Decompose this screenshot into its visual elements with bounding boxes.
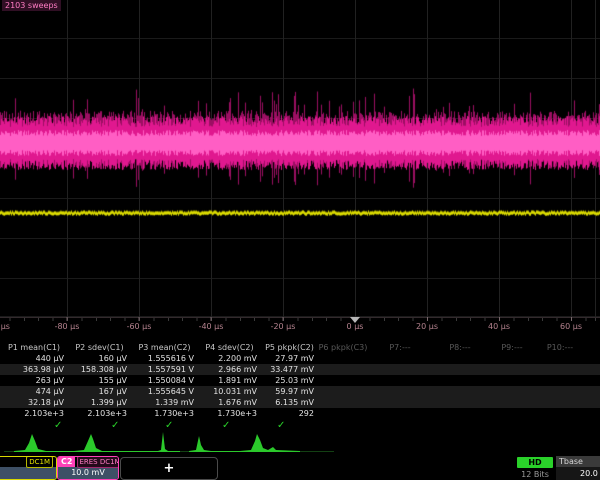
param-header-p8[interactable]: P8:---	[432, 342, 488, 353]
hd-mode-badge[interactable]: HD	[517, 457, 553, 468]
time-tick-label: 40 µs	[488, 322, 510, 331]
check-icon: ✓	[277, 420, 285, 431]
c2-mode: ERES	[79, 458, 97, 466]
cell: 363.98 µV	[0, 364, 64, 375]
param-header-p6[interactable]: P6 pkpk(C3)	[318, 342, 368, 353]
channel-c1-descriptor[interactable]: DC1M 0 mV	[0, 456, 57, 480]
check-icon: ✓	[111, 420, 119, 431]
timebase-value: 20.0	[556, 467, 600, 480]
cell: 1.339 mV	[127, 397, 194, 408]
param-header-p10[interactable]: P10:---	[536, 342, 584, 353]
cell: 440 µV	[0, 353, 64, 364]
c2-label: C2	[58, 457, 75, 467]
cell: 1.557591 V	[127, 364, 194, 375]
cell: 155 µV	[64, 375, 127, 386]
cell: 1.399 µV	[64, 397, 127, 408]
param-header-p2[interactable]: P2 sdev(C1)	[68, 342, 131, 353]
bit-resolution-label: 12 Bits	[517, 470, 553, 479]
cell: 6.135 mV	[257, 397, 331, 408]
cell: 292	[257, 408, 331, 419]
cell: 2.966 mV	[194, 364, 257, 375]
trigger-position-marker-icon[interactable]	[350, 317, 360, 323]
time-tick-label: 0 µs	[347, 322, 364, 331]
timebase-title: Tbase	[556, 456, 600, 467]
channel-c2-descriptor[interactable]: C2 ERES DC1M 10.0 mV	[57, 456, 119, 480]
cell: 33.477 mV	[257, 364, 331, 375]
param-header-p5[interactable]: P5 pkpk(C2)	[261, 342, 318, 353]
sweeps-counter-label: 2103 sweeps	[2, 0, 61, 11]
cell: 158.308 µV	[64, 364, 127, 375]
param-header-p9[interactable]: P9:---	[488, 342, 536, 353]
param-header-p3[interactable]: P3 mean(C2)	[131, 342, 198, 353]
oscilloscope-screen: 2103 sweeps -100 µs -80 µs -60 µs -40 µs…	[0, 0, 600, 480]
cell: 1.676 mV	[194, 397, 257, 408]
time-tick-label: 60 µs	[560, 322, 582, 331]
plus-icon: +	[164, 462, 175, 475]
cell: 25.03 mV	[257, 375, 331, 386]
cell: 1.555645 V	[127, 386, 194, 397]
param-header-p7[interactable]: P7:---	[368, 342, 432, 353]
check-icon: ✓	[222, 420, 230, 431]
cell: 263 µV	[0, 375, 64, 386]
timebase-descriptor[interactable]: Tbase 20.0	[556, 456, 600, 480]
time-tick-label: -20 µs	[271, 322, 296, 331]
cell: 59.97 mV	[257, 386, 331, 397]
time-tick-label: 20 µs	[416, 322, 438, 331]
histicon-p1-icon	[14, 431, 74, 453]
param-header-p1[interactable]: P1 mean(C1)	[0, 342, 68, 353]
cell: 2.103e+3	[64, 408, 127, 419]
cell: 1.550084 V	[127, 375, 194, 386]
cell: 1.730e+3	[127, 408, 194, 419]
cell: 10.031 mV	[194, 386, 257, 397]
cell: 2.103e+3	[0, 408, 64, 419]
c2-coupling: DC1M	[100, 458, 119, 466]
time-tick-label: -40 µs	[199, 322, 224, 331]
add-trace-button[interactable]: +	[120, 457, 218, 480]
cell: 1.891 mV	[194, 375, 257, 386]
cell: 474 µV	[0, 386, 64, 397]
param-header-p4[interactable]: P4 sdev(C2)	[198, 342, 261, 353]
time-tick-label: -60 µs	[127, 322, 152, 331]
measurement-table: P1 mean(C1) P2 sdev(C1) P3 mean(C2) P4 s…	[0, 342, 600, 419]
c1-coupling-badge: DC1M	[26, 456, 53, 468]
cell: 167 µV	[64, 386, 127, 397]
cell: 2.200 mV	[194, 353, 257, 364]
cell: 160 µV	[64, 353, 127, 364]
table-row-max: 474 µV 167 µV 1.555645 V 10.031 mV 59.97…	[0, 386, 600, 397]
c2-scale: 10.0 mV	[58, 467, 118, 479]
check-icon: ✓	[54, 420, 62, 431]
waveform-canvas	[0, 0, 600, 330]
table-row-sdev: 32.18 µV 1.399 µV 1.339 mV 1.676 mV 6.13…	[0, 397, 600, 408]
histicon-p3-icon	[120, 431, 180, 453]
table-row-value: 440 µV 160 µV 1.555616 V 2.200 mV 27.97 …	[0, 353, 600, 364]
histicon-p5-icon	[240, 431, 300, 453]
table-row-mean: 363.98 µV 158.308 µV 1.557591 V 2.966 mV…	[0, 364, 600, 375]
cell: 27.97 mV	[257, 353, 331, 364]
time-tick-label: -100 µs	[0, 322, 10, 331]
time-tick-label: -80 µs	[55, 322, 80, 331]
measurement-table-header: P1 mean(C1) P2 sdev(C1) P3 mean(C2) P4 s…	[0, 342, 600, 353]
cell: 1.730e+3	[194, 408, 257, 419]
check-icon: ✓	[165, 420, 173, 431]
table-row-num: 2.103e+3 2.103e+3 1.730e+3 1.730e+3 292	[0, 408, 600, 419]
cell: 1.555616 V	[127, 353, 194, 364]
c1-scale: 0 mV	[0, 467, 56, 479]
table-row-min: 263 µV 155 µV 1.550084 V 1.891 mV 25.03 …	[0, 375, 600, 386]
cell: 32.18 µV	[0, 397, 64, 408]
